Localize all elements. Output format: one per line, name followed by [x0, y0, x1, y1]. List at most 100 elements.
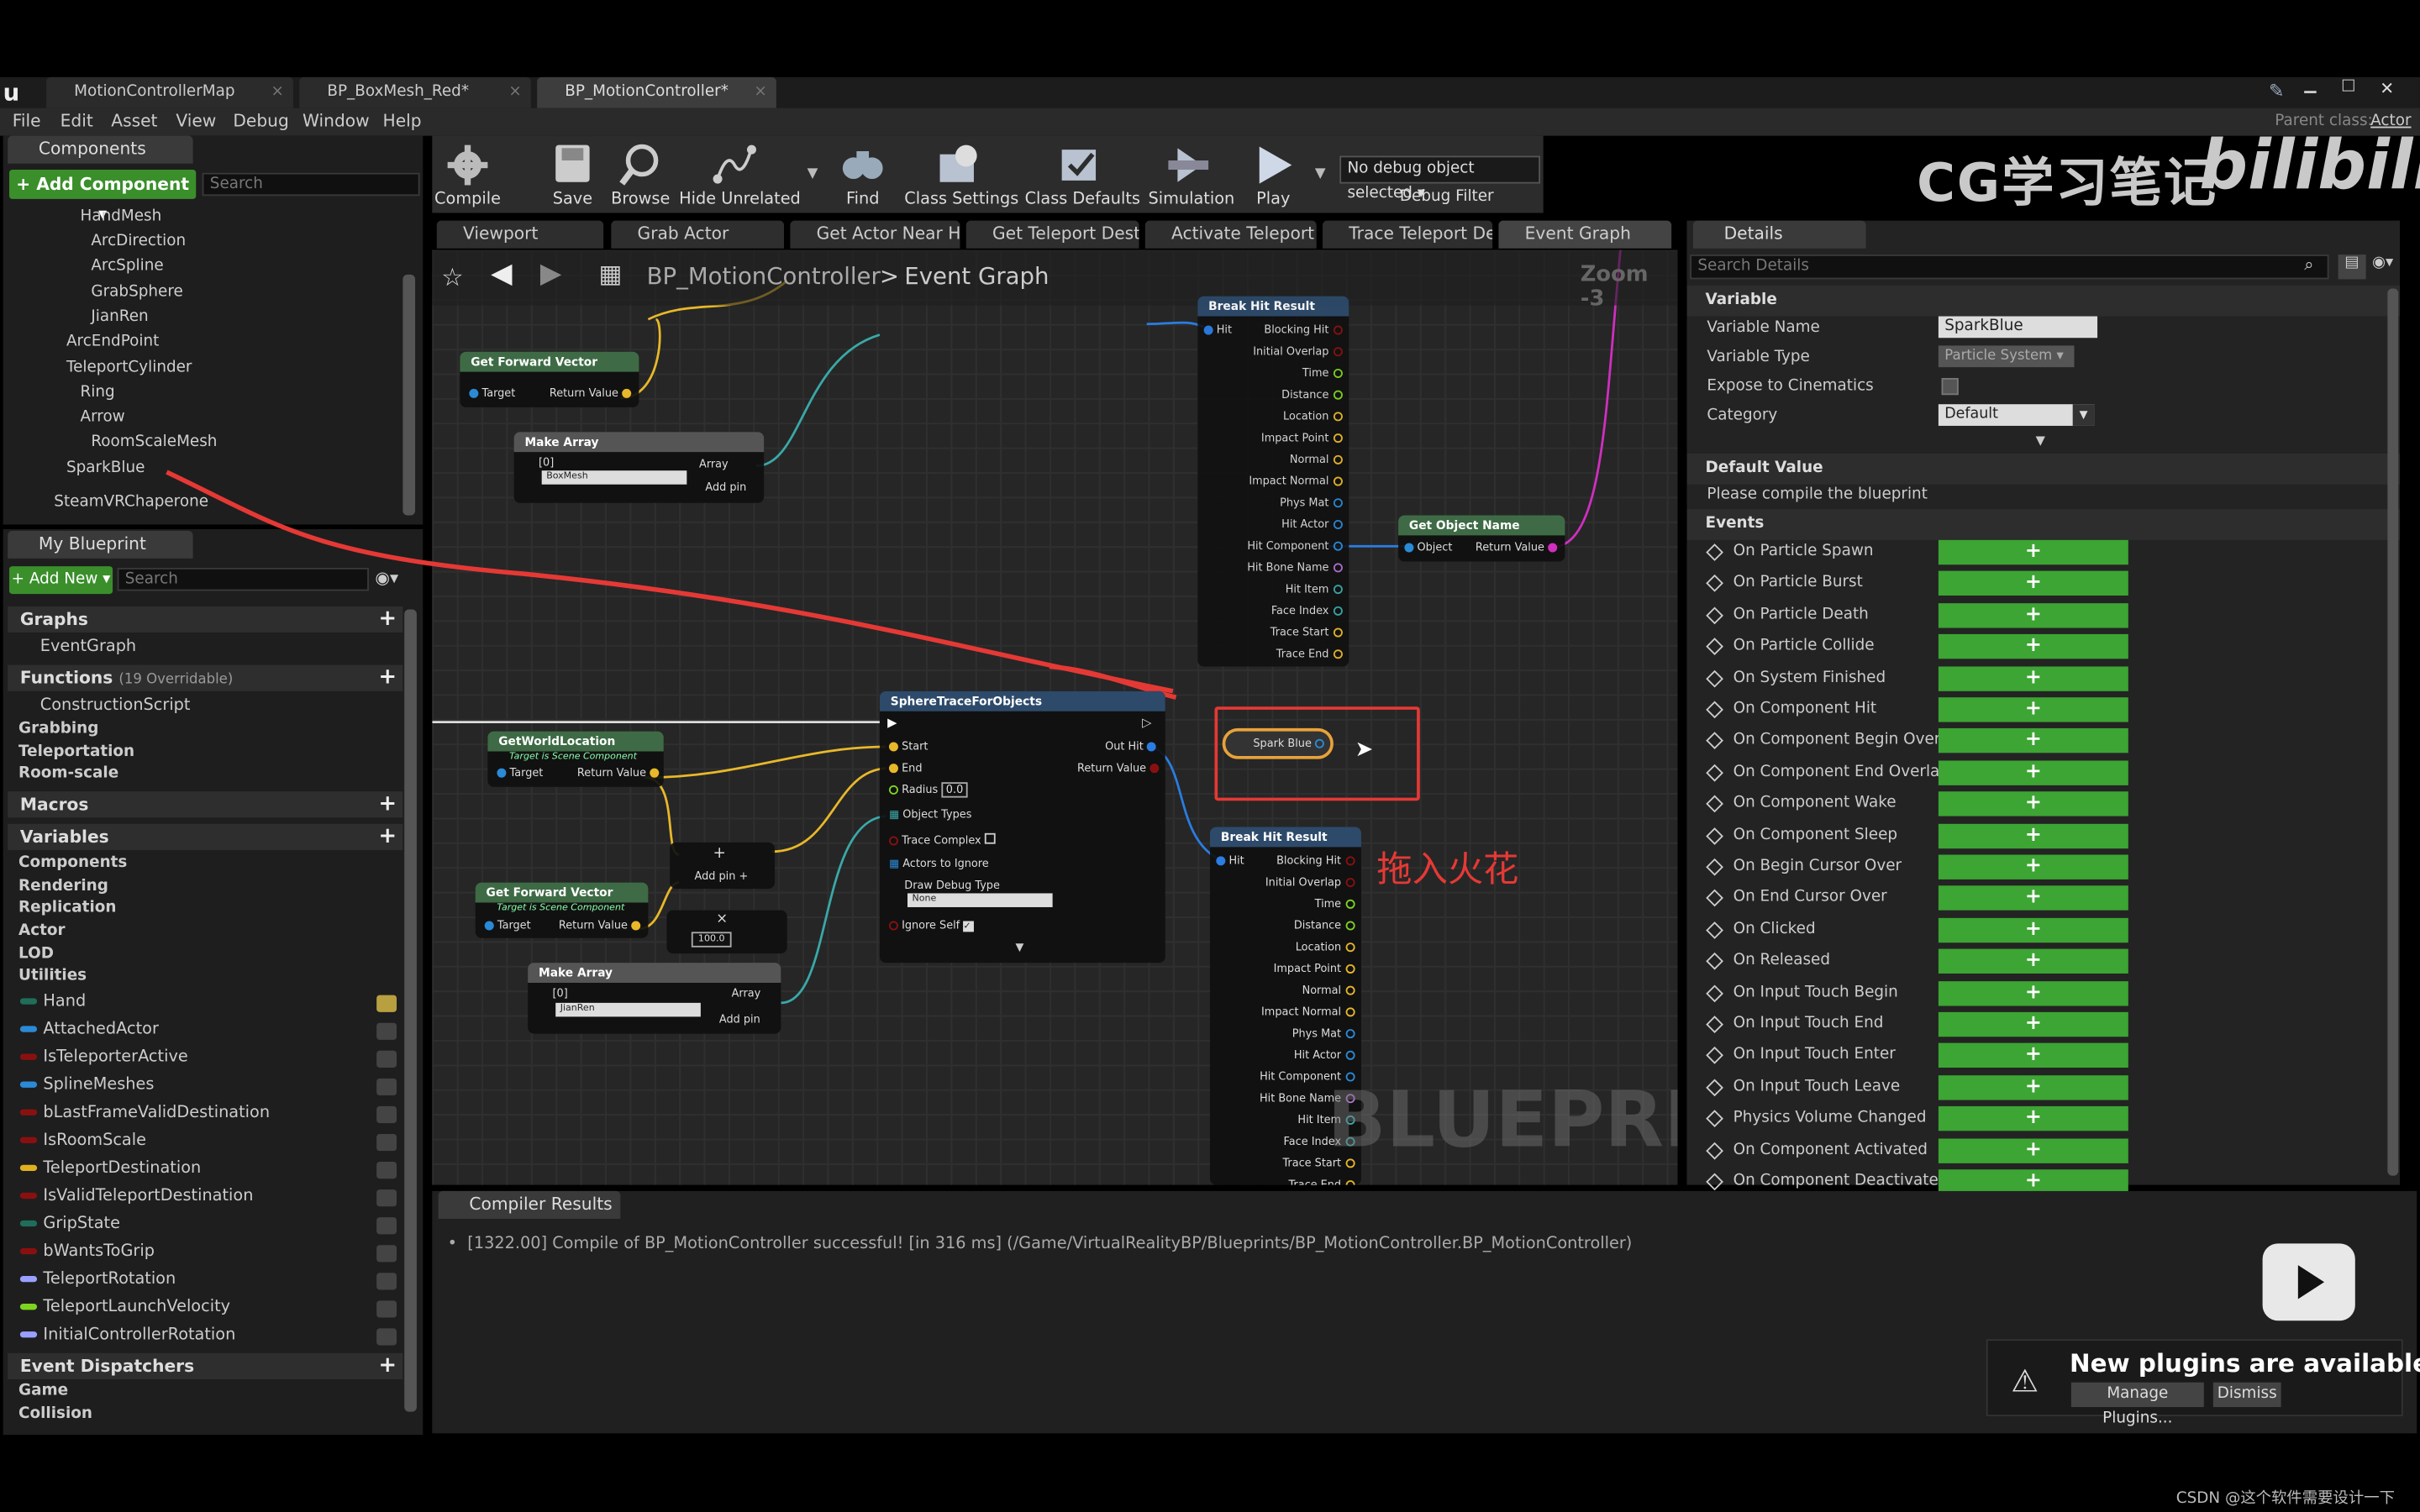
default-value-label: Default Value: [1705, 459, 1823, 477]
add-event-button[interactable]: +: [1938, 728, 2128, 754]
event-label: On End Cursor Over: [1733, 889, 1887, 906]
event-label: On Clicked: [1733, 921, 1816, 938]
event-row: On Begin Cursor Over +: [1687, 853, 2401, 885]
event-diamond-icon: [1706, 921, 1723, 939]
event-row: On End Cursor Over +: [1687, 885, 2401, 916]
add-event-button[interactable]: +: [1938, 1043, 2128, 1068]
event-label: On Input Touch Begin: [1733, 984, 1898, 1001]
expand-advanced-icon[interactable]: ▼: [2036, 433, 2045, 448]
add-event-button[interactable]: +: [1938, 980, 2128, 1005]
events-section-header[interactable]: Events: [1686, 509, 2401, 540]
expose-label: Expose to Cinematics: [1707, 377, 1874, 396]
event-row: On Component Hit +: [1687, 696, 2401, 727]
event-row: On System Finished +: [1687, 664, 2401, 696]
event-diamond-icon: [1706, 1079, 1723, 1096]
event-label: On Input Touch Leave: [1733, 1078, 1901, 1095]
event-diamond-icon: [1706, 1110, 1723, 1128]
video-play-button[interactable]: [2262, 1243, 2355, 1321]
event-row: On Input Touch Enter +: [1687, 1042, 2401, 1073]
details-panel: Details Search Details ⌕ ▤ ◉▾ Variable V…: [1686, 220, 2401, 1194]
category-select[interactable]: Default ▼: [1938, 404, 2095, 426]
event-row: On Component Wake +: [1687, 790, 2401, 822]
event-row: On Component End Overlap +: [1687, 759, 2401, 790]
event-diamond-icon: [1706, 638, 1723, 656]
event-row: On Particle Death +: [1687, 601, 2401, 633]
variable-type-select[interactable]: Particle System ▾: [1938, 345, 2075, 368]
event-label: On Particle Collide: [1733, 637, 1875, 655]
event-label: On Component Deactivated: [1733, 1172, 1949, 1190]
event-diamond-icon: [1706, 764, 1723, 782]
add-event-button[interactable]: +: [1938, 1137, 2128, 1163]
visibility-eye-icon[interactable]: ◉▾: [2372, 255, 2393, 271]
add-event-button[interactable]: +: [1938, 697, 2128, 722]
expose-cinematics-checkbox[interactable]: [1941, 377, 1959, 396]
add-event-button[interactable]: +: [1938, 885, 2128, 911]
event-label: On Component Activated: [1733, 1141, 1928, 1158]
compiler-message: • [1322.00] Compile of BP_MotionControll…: [447, 1234, 1633, 1253]
play-triangle-icon: [2297, 1265, 2325, 1299]
event-diamond-icon: [1706, 1047, 1723, 1065]
add-event-button[interactable]: +: [1938, 1106, 2128, 1131]
event-label: Physics Volume Changed: [1733, 1109, 1927, 1127]
details-scrollbar[interactable]: [2387, 288, 2399, 1176]
event-label: On Component End Overlap: [1733, 763, 1949, 780]
event-diamond-icon: [1706, 1173, 1723, 1191]
event-row: On Component Begin Overlap +: [1687, 727, 2401, 759]
add-event-button[interactable]: +: [1938, 602, 2128, 628]
plugins-notification: ⚠ New plugins are available Manage Plugi…: [1986, 1339, 2420, 1427]
variable-name-row: Variable Name SparkBlue: [1687, 313, 2401, 344]
details-search-icon[interactable]: ⌕: [2304, 255, 2313, 276]
add-event-button[interactable]: +: [1938, 854, 2128, 879]
event-diamond-icon: [1706, 1142, 1723, 1159]
category-label: Category: [1707, 407, 1778, 425]
event-label: On Component Sleep: [1733, 826, 1898, 843]
add-event-button[interactable]: +: [1938, 823, 2128, 848]
add-event-button[interactable]: +: [1938, 760, 2128, 785]
event-row: On Input Touch End +: [1687, 1011, 2401, 1042]
event-row: On Input Touch Leave +: [1687, 1074, 2401, 1105]
variable-type-row: Variable Type Particle System ▾: [1687, 343, 2401, 374]
details-search-input[interactable]: Search Details: [1690, 255, 2329, 280]
add-event-button[interactable]: +: [1938, 948, 2128, 974]
event-diamond-icon: [1706, 575, 1723, 593]
chevron-down-icon: ▼: [2072, 404, 2095, 426]
notification-title: New plugins are available: [2070, 1348, 2420, 1378]
event-label: On Released: [1733, 952, 1830, 969]
variable-header-label: Variable: [1705, 291, 1777, 309]
details-tab[interactable]: Details: [1692, 220, 1866, 249]
manage-plugins-button[interactable]: Manage Plugins...: [2070, 1382, 2204, 1427]
event-diamond-icon: [1706, 543, 1723, 561]
event-row: Physics Volume Changed +: [1687, 1105, 2401, 1136]
event-diamond-icon: [1706, 701, 1723, 719]
add-event-button[interactable]: +: [1938, 791, 2128, 816]
event-label: On Particle Death: [1733, 606, 1869, 623]
variable-section-header[interactable]: Variable: [1686, 285, 2401, 317]
event-row: On Particle Collide +: [1687, 633, 2401, 664]
compile-note: Please compile the blueprint: [1707, 486, 1928, 503]
add-event-button[interactable]: +: [1938, 571, 2128, 596]
event-row: On Component Sleep +: [1687, 822, 2401, 853]
event-row: On Input Touch Begin +: [1687, 979, 2401, 1011]
variable-name-input[interactable]: SparkBlue: [1938, 316, 2098, 339]
dismiss-button[interactable]: Dismiss: [2212, 1382, 2281, 1408]
footer-credit: CSDN @这个软件需要设计一下: [2175, 1490, 2396, 1508]
event-row: On Released +: [1687, 948, 2401, 979]
add-event-button[interactable]: +: [1938, 665, 2128, 691]
event-diamond-icon: [1706, 953, 1723, 970]
event-label: On Input Touch End: [1733, 1015, 1884, 1032]
view-options-icon[interactable]: ▤: [2338, 255, 2366, 280]
event-diamond-icon: [1706, 827, 1723, 845]
expose-cinematics-row: Expose to Cinematics: [1687, 372, 2401, 403]
event-row: On Particle Spawn +: [1687, 538, 2401, 570]
add-event-button[interactable]: +: [1938, 1011, 2128, 1037]
category-row: Category Default ▼: [1687, 402, 2401, 433]
details-tab-label: Details: [1723, 223, 1783, 244]
event-label: On System Finished: [1733, 669, 1886, 686]
add-event-button[interactable]: +: [1938, 1074, 2128, 1100]
add-event-button[interactable]: +: [1938, 539, 2128, 565]
event-label: On Begin Cursor Over: [1733, 858, 1902, 875]
compiler-results-tab[interactable]: Compiler Results: [438, 1190, 621, 1219]
add-event-button[interactable]: +: [1938, 917, 2128, 942]
add-event-button[interactable]: +: [1938, 634, 2128, 659]
event-label: On Component Wake: [1733, 795, 1897, 812]
